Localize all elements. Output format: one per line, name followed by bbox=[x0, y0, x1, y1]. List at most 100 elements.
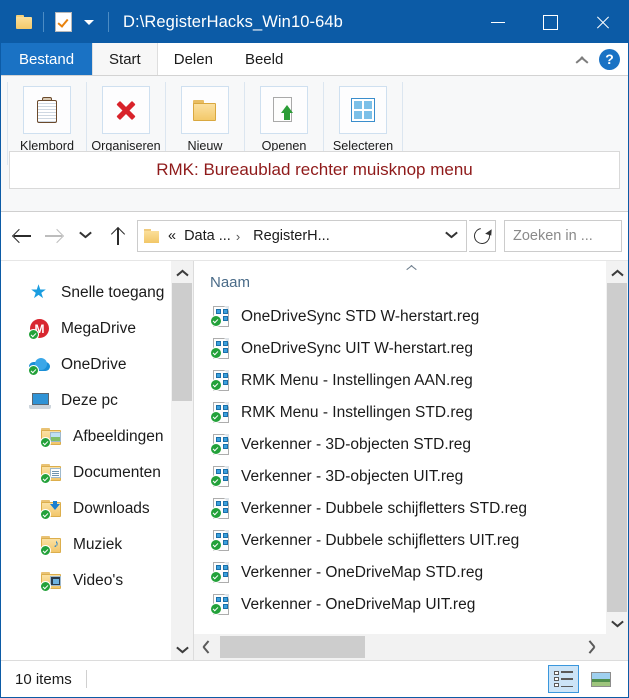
scroll-track[interactable] bbox=[606, 283, 628, 612]
scroll-up-button[interactable] bbox=[606, 261, 628, 283]
back-button[interactable] bbox=[7, 221, 37, 251]
sidebar-item-afbeeldingen[interactable]: Afbeeldingen bbox=[1, 419, 193, 455]
reg-file-icon bbox=[210, 370, 231, 392]
item-count-label: 10 items bbox=[15, 670, 72, 688]
close-button[interactable] bbox=[576, 1, 628, 43]
sidebar-item-label: Documenten bbox=[73, 464, 161, 481]
breadcrumb-part-0[interactable]: Data ... bbox=[184, 228, 231, 244]
scroll-thumb[interactable] bbox=[220, 636, 365, 658]
sidebar-item-downloads[interactable]: Downloads bbox=[1, 491, 193, 527]
list-item[interactable]: Verkenner - 3D-objecten UIT.reg bbox=[194, 461, 606, 493]
up-button[interactable] bbox=[103, 221, 133, 251]
reg-file-icon bbox=[210, 402, 231, 424]
scroll-up-button[interactable] bbox=[171, 261, 193, 283]
scroll-thumb[interactable] bbox=[172, 283, 192, 401]
help-button[interactable]: ? bbox=[599, 48, 620, 70]
reg-file-icon bbox=[210, 498, 231, 520]
reg-file-icon bbox=[210, 594, 231, 616]
file-list-pane: Naam OneDriveSync STD W-herstart.reg One… bbox=[194, 261, 628, 660]
search-input[interactable]: Zoeken in ... bbox=[504, 220, 622, 252]
large-icons-view-button[interactable] bbox=[585, 665, 616, 693]
sidebar-item-label: Downloads bbox=[73, 500, 150, 517]
sidebar-item-label: Video's bbox=[73, 572, 124, 589]
scroll-left-button[interactable] bbox=[194, 634, 220, 660]
title-bar: D:\RegisterHacks_Win10-64b bbox=[1, 1, 628, 43]
tab-bar-actions: ? bbox=[575, 43, 628, 75]
scroll-thumb[interactable] bbox=[607, 283, 627, 612]
forward-button bbox=[39, 221, 69, 251]
navigation-pane: ★ Snelle toegang M MegaDrive OneDrive De… bbox=[1, 261, 193, 660]
sidebar-item-deze-pc[interactable]: Deze pc bbox=[1, 383, 193, 419]
folder-icon[interactable] bbox=[11, 9, 37, 35]
list-item[interactable]: Verkenner - Dubbele schijfletters STD.re… bbox=[194, 493, 606, 525]
sidebar-item-label: Afbeeldingen bbox=[73, 428, 164, 445]
breadcrumb-part-1[interactable]: RegisterH... bbox=[253, 228, 330, 244]
properties-checkmark-icon[interactable] bbox=[50, 9, 76, 35]
delete-x-icon[interactable] bbox=[102, 86, 150, 134]
list-item[interactable]: Verkenner - 3D-objecten STD.reg bbox=[194, 429, 606, 461]
tab-bestand[interactable]: Bestand bbox=[1, 43, 93, 75]
sidebar-item-label: Deze pc bbox=[61, 392, 118, 409]
scroll-track[interactable] bbox=[220, 634, 580, 660]
list-item[interactable]: OneDriveSync UIT W-herstart.reg bbox=[194, 333, 606, 365]
filelist-horizontal-scrollbar[interactable] bbox=[194, 634, 606, 660]
sidebar-item-documenten[interactable]: Documenten bbox=[1, 455, 193, 491]
explorer-window: D:\RegisterHacks_Win10-64b Bestand Start… bbox=[0, 0, 629, 698]
filelist-vertical-scrollbar[interactable] bbox=[606, 261, 628, 634]
new-folder-icon[interactable] bbox=[181, 86, 229, 134]
list-item[interactable]: RMK Menu - Instellingen STD.reg bbox=[194, 397, 606, 429]
file-name: RMK Menu - Instellingen AAN.reg bbox=[241, 372, 473, 389]
reg-file-icon bbox=[210, 466, 231, 488]
file-name: Verkenner - 3D-objecten STD.reg bbox=[241, 436, 472, 453]
clipboard-icon[interactable] bbox=[23, 86, 71, 134]
ribbon-banner-text: RMK: Bureaublad rechter muisknop menu bbox=[156, 160, 473, 179]
tab-beeld[interactable]: Beeld bbox=[229, 43, 299, 75]
window-title: D:\RegisterHacks_Win10-64b bbox=[123, 12, 343, 31]
sidebar-item-onedrive[interactable]: OneDrive bbox=[1, 347, 193, 383]
explorer-content: ★ Snelle toegang M MegaDrive OneDrive De… bbox=[1, 261, 628, 660]
videos-folder-icon bbox=[40, 571, 63, 592]
scroll-down-button[interactable] bbox=[606, 612, 628, 634]
select-all-icon[interactable] bbox=[339, 86, 387, 134]
sidebar-item-megadrive[interactable]: M MegaDrive bbox=[1, 311, 193, 347]
sidebar-item-videos[interactable]: Video's bbox=[1, 563, 193, 599]
chevron-down-icon[interactable] bbox=[76, 9, 102, 35]
scroll-right-button[interactable] bbox=[580, 634, 606, 660]
chevron-down-icon[interactable] bbox=[442, 230, 462, 242]
reg-file-icon bbox=[210, 434, 231, 456]
list-item[interactable]: Verkenner - Dubbele schijfletters UIT.re… bbox=[194, 525, 606, 557]
navpane-scrollbar[interactable] bbox=[171, 261, 193, 660]
breadcrumb-overflow[interactable]: « bbox=[168, 228, 176, 244]
computer-icon bbox=[29, 391, 51, 411]
breadcrumb[interactable]: « Data ... › RegisterH... bbox=[137, 220, 467, 252]
list-item[interactable]: RMK Menu - Instellingen AAN.reg bbox=[194, 365, 606, 397]
file-list-viewport: Naam OneDriveSync STD W-herstart.reg One… bbox=[194, 261, 606, 634]
address-bar: « Data ... › RegisterH... Zoeken in ... bbox=[1, 212, 628, 261]
reg-file-icon bbox=[210, 306, 231, 328]
sidebar-item-muziek[interactable]: ♪ Muziek bbox=[1, 527, 193, 563]
list-item[interactable]: OneDriveSync STD W-herstart.reg bbox=[194, 301, 606, 333]
view-buttons bbox=[548, 665, 624, 693]
ribbon-tabs: Bestand Start Delen Beeld ? bbox=[1, 43, 628, 76]
qat-divider-2 bbox=[108, 12, 109, 32]
list-item[interactable]: Verkenner - OneDriveMap UIT.reg bbox=[194, 589, 606, 621]
tab-start[interactable]: Start bbox=[92, 43, 158, 75]
refresh-button[interactable] bbox=[469, 220, 496, 252]
recent-locations-button[interactable] bbox=[71, 221, 101, 251]
minimize-button[interactable] bbox=[472, 1, 524, 43]
status-divider bbox=[85, 670, 87, 688]
open-properties-icon[interactable] bbox=[260, 86, 308, 134]
file-list: OneDriveSync STD W-herstart.reg OneDrive… bbox=[194, 295, 606, 621]
list-item[interactable]: Verkenner - OneDriveMap STD.reg bbox=[194, 557, 606, 589]
collapse-ribbon-button[interactable] bbox=[575, 55, 589, 64]
documents-folder-icon bbox=[40, 463, 63, 484]
column-header-naam[interactable]: Naam bbox=[210, 274, 250, 295]
star-icon: ★ bbox=[30, 282, 48, 303]
sidebar-item-snelle-toegang[interactable]: ★ Snelle toegang bbox=[1, 275, 193, 311]
details-view-button[interactable] bbox=[548, 665, 579, 693]
tab-delen[interactable]: Delen bbox=[158, 43, 229, 75]
music-folder-icon: ♪ bbox=[40, 535, 63, 556]
scroll-track[interactable] bbox=[171, 283, 193, 638]
maximize-button[interactable] bbox=[524, 1, 576, 43]
scroll-down-button[interactable] bbox=[171, 638, 193, 660]
